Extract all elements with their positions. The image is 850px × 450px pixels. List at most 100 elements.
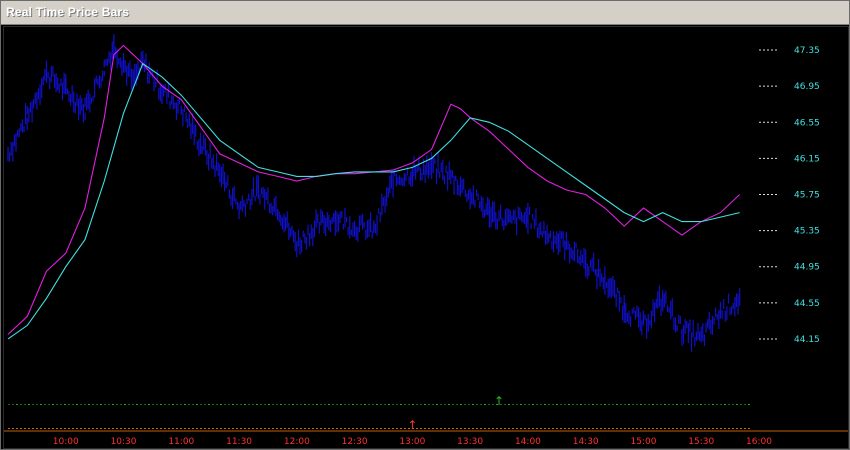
indicator-dot-orange: [28, 428, 30, 429]
indicator-dot-orange: [532, 428, 534, 429]
indicator-dot-green: [348, 404, 350, 405]
indicator-dot-orange: [388, 428, 390, 429]
indicator-dot-orange: [500, 428, 502, 429]
indicator-dot-green: [612, 404, 614, 405]
indicator-dot-orange: [132, 428, 134, 429]
indicator-dot-orange: [360, 428, 362, 429]
indicator-dot-orange: [632, 428, 634, 429]
indicator-dot-orange: [696, 428, 698, 429]
indicator-dot-green: [352, 404, 354, 405]
indicator-dot-green: [244, 404, 246, 405]
chart-area: 47.35 46.95 46.55 46.15 45.75 45.35 44.95 44.55…: [3, 26, 849, 449]
indicator-dot-orange: [348, 428, 350, 429]
indicator-dot-green: [440, 404, 442, 405]
indicator-dot-orange: [364, 428, 366, 429]
indicator-dot-green: [444, 404, 446, 405]
indicator-dot-orange: [100, 428, 102, 429]
indicator-dot-green: [728, 404, 730, 405]
indicator-dot-green: [224, 404, 226, 405]
x-tick-label: 13:30: [457, 437, 483, 447]
indicator-dot-orange: [96, 428, 98, 429]
indicator-dot-green: [120, 404, 122, 405]
indicator-dot-green: [272, 404, 274, 405]
indicator-dot-orange: [268, 428, 270, 429]
indicator-dot-orange: [592, 428, 594, 429]
indicator-dot-green: [608, 404, 610, 405]
indicator-dot-orange: [236, 428, 238, 429]
indicator-dot-orange: [432, 428, 434, 429]
indicator-dot-orange: [256, 428, 258, 429]
indicator-dot-orange: [8, 428, 10, 429]
indicator-dot-green: [432, 404, 434, 405]
indicator-dot-orange: [276, 428, 278, 429]
indicator-dot-green: [212, 404, 214, 405]
indicator-dot-orange: [600, 428, 602, 429]
indicator-dot-green: [724, 404, 726, 405]
indicator-dot-orange: [620, 428, 622, 429]
indicator-dot-green: [600, 404, 602, 405]
indicator-dot-orange: [300, 428, 302, 429]
indicator-dot-orange: [136, 428, 138, 429]
indicator-dot-green: [24, 404, 26, 405]
indicator-dot-orange: [232, 428, 234, 429]
indicator-dot-orange: [304, 428, 306, 429]
indicator-dot-green: [68, 404, 70, 405]
indicator-dot-green: [340, 404, 342, 405]
indicator-dot-orange: [176, 428, 178, 429]
indicator-dot-green: [180, 404, 182, 405]
indicator-dot-orange: [516, 428, 518, 429]
indicator-dot-orange: [544, 428, 546, 429]
indicator-dot-green: [648, 404, 650, 405]
indicator-dot-orange: [520, 428, 522, 429]
indicator-dot-orange: [160, 428, 162, 429]
indicator-dot-orange: [420, 428, 422, 429]
indicator-dot-orange: [648, 428, 650, 429]
indicator-dot-green: [484, 404, 486, 405]
indicator-dot-green: [576, 404, 578, 405]
indicator-dot-orange: [456, 428, 458, 429]
indicator-dot-green: [64, 404, 66, 405]
indicator-dot-orange: [280, 428, 282, 429]
indicator-dot-green: [448, 404, 450, 405]
indicator-dot-green: [372, 404, 374, 405]
indicator-dot-orange: [92, 428, 94, 429]
indicator-dot-green: [296, 404, 298, 405]
indicator-dot-orange: [88, 428, 90, 429]
indicator-dot-orange: [240, 428, 242, 429]
indicator-dot-green: [252, 404, 254, 405]
indicator-dot-green: [216, 404, 218, 405]
indicator-dot-green: [588, 404, 590, 405]
indicator-dot-green: [308, 404, 310, 405]
indicator-dot-orange: [552, 428, 554, 429]
indicator-dot-orange: [492, 428, 494, 429]
indicator-dot-orange: [692, 428, 694, 429]
indicator-dot-green: [12, 404, 14, 405]
indicator-dot-green: [548, 404, 550, 405]
indicator-dot-orange: [484, 428, 486, 429]
title-bar[interactable]: Real Time Price Bars: [1, 1, 849, 25]
indicator-dot-orange: [716, 428, 718, 429]
indicator-dot-orange: [688, 428, 690, 429]
indicator-dot-green: [344, 404, 346, 405]
indicator-dot-green: [136, 404, 138, 405]
indicator-dot-green: [44, 404, 46, 405]
indicator-dot-orange: [512, 428, 514, 429]
indicator-dot-green: [524, 404, 526, 405]
indicator-dot-green: [712, 404, 714, 405]
indicator-dot-orange: [16, 428, 18, 429]
indicator-dot-green: [744, 404, 746, 405]
indicator-dot-green: [316, 404, 318, 405]
indicator-dot-green: [564, 404, 566, 405]
indicator-dot-green: [716, 404, 718, 405]
indicator-dot-orange: [200, 428, 202, 429]
indicator-dot-orange: [184, 428, 186, 429]
indicator-dot-orange: [204, 428, 206, 429]
indicator-dot-green: [16, 404, 18, 405]
indicator-dot-orange: [736, 428, 738, 429]
indicator-dot-green: [292, 404, 294, 405]
indicator-dot-orange: [656, 428, 658, 429]
indicator-dot-green: [592, 404, 594, 405]
indicator-dot-green: [384, 404, 386, 405]
indicator-dot-green: [464, 404, 466, 405]
indicator-dot-orange: [664, 428, 666, 429]
